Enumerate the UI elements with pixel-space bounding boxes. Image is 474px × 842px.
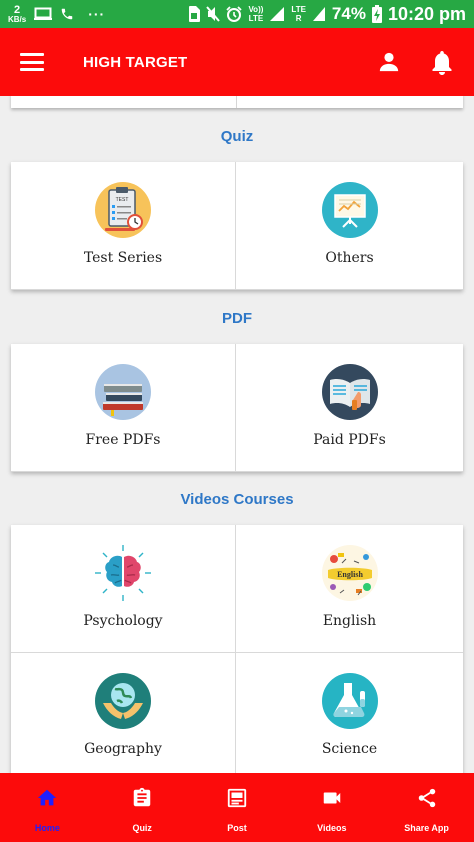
- app-title: HIGH TARGET: [83, 53, 188, 71]
- clipboard-icon: [133, 787, 151, 807]
- pdf-grid: Free PDFs Paid PDFs: [11, 344, 463, 472]
- volte-top-label: Vo)): [248, 5, 264, 14]
- notification-bell-icon[interactable]: [430, 49, 454, 75]
- nav-videos[interactable]: Videos: [284, 773, 379, 842]
- quiz-grid: TEST Test Series Others: [11, 162, 463, 290]
- books-icon: [95, 364, 151, 420]
- globe-hands-icon: [95, 673, 151, 729]
- english-doodle-icon: English: [321, 545, 378, 601]
- flask-icon: [321, 673, 378, 729]
- signal-icon: [270, 7, 285, 21]
- share-icon: [418, 788, 435, 808]
- card-free-pdfs[interactable]: Free PDFs: [11, 344, 236, 472]
- nav-videos-label: Videos: [317, 823, 347, 833]
- more-notifications: ···: [88, 6, 106, 22]
- card-geography-label: Geography: [84, 741, 162, 757]
- nav-quiz-label: Quiz: [132, 823, 152, 833]
- lte-indicator: LTE R: [291, 5, 306, 23]
- section-title-pdf: PDF: [222, 310, 252, 327]
- test-series-icon: TEST: [95, 182, 151, 238]
- screen-mirror-icon: [34, 7, 53, 20]
- app-bar: HIGH TARGET: [0, 28, 474, 96]
- card-test-series[interactable]: TEST Test Series: [11, 162, 236, 290]
- lte-bottom-label: R: [295, 14, 302, 23]
- home-icon: [38, 789, 57, 806]
- signal-icon-2: [312, 7, 325, 21]
- video-camera-icon: [323, 792, 341, 804]
- battery-charging-icon: [371, 5, 382, 23]
- nav-home-label: Home: [34, 823, 60, 833]
- network-speed-unit: KB/s: [8, 14, 27, 24]
- nav-quiz[interactable]: Quiz: [95, 773, 190, 842]
- network-speed-value: 2: [14, 3, 21, 16]
- volte-indicator: Vo)) LTE: [248, 5, 263, 23]
- volte-bottom-label: LTE: [248, 14, 264, 23]
- card-others-label: Others: [325, 250, 374, 266]
- nav-share-app-label: Share App: [404, 823, 449, 833]
- card-paid-pdfs-label: Paid PDFs: [313, 432, 386, 448]
- card-free-pdfs-label: Free PDFs: [85, 432, 161, 448]
- card-english-label: English: [322, 613, 377, 629]
- card-paid-pdfs[interactable]: Paid PDFs: [236, 344, 463, 472]
- svg-text:TEST: TEST: [116, 197, 129, 203]
- profile-icon[interactable]: [378, 51, 400, 73]
- phone-call-icon: [61, 8, 73, 20]
- card-psychology[interactable]: Psychology: [11, 525, 236, 653]
- nav-post[interactable]: Post: [190, 773, 285, 842]
- card-psychology-label: Psychology: [83, 613, 163, 629]
- previous-card-remnant: [11, 96, 463, 108]
- nav-post-label: Post: [227, 823, 247, 833]
- alarm-icon: [226, 6, 243, 22]
- card-english[interactable]: English English: [236, 525, 463, 653]
- card-science[interactable]: Science: [236, 653, 463, 773]
- post-icon: [227, 788, 247, 808]
- nav-home[interactable]: Home: [0, 773, 95, 842]
- mute-icon: [206, 6, 221, 22]
- brain-icon: [95, 545, 151, 601]
- card-science-label: Science: [321, 741, 378, 757]
- card-geography[interactable]: Geography: [11, 653, 236, 773]
- bottom-navigation: Home Quiz Post Videos Share App: [0, 773, 474, 842]
- network-speed: 2 KB/s: [8, 3, 27, 24]
- nav-share-app[interactable]: Share App: [379, 773, 474, 842]
- battery-percentage: 74%: [331, 4, 366, 23]
- section-title-videos-courses: Videos Courses: [180, 491, 294, 508]
- section-title-quiz: Quiz: [220, 128, 254, 145]
- card-others[interactable]: Others: [236, 162, 463, 290]
- videos-grid: Psychology English English Geography Sci…: [11, 525, 463, 773]
- card-test-series-label: Test Series: [83, 250, 163, 266]
- clock: 10:20 pm: [387, 3, 466, 24]
- main-content[interactable]: Quiz TEST Test Series Others PDF Free PD…: [0, 96, 474, 773]
- open-book-icon: [321, 364, 378, 420]
- status-bar: 2 KB/s ··· Vo)) LTE LTE R 74% 10:20 pm: [0, 0, 474, 28]
- svg-text:English: English: [337, 570, 363, 579]
- lte-top-label: LTE: [291, 5, 306, 14]
- sim-icon: [189, 6, 201, 22]
- presentation-board-icon: [321, 182, 378, 238]
- hamburger-menu-icon[interactable]: [20, 53, 44, 71]
